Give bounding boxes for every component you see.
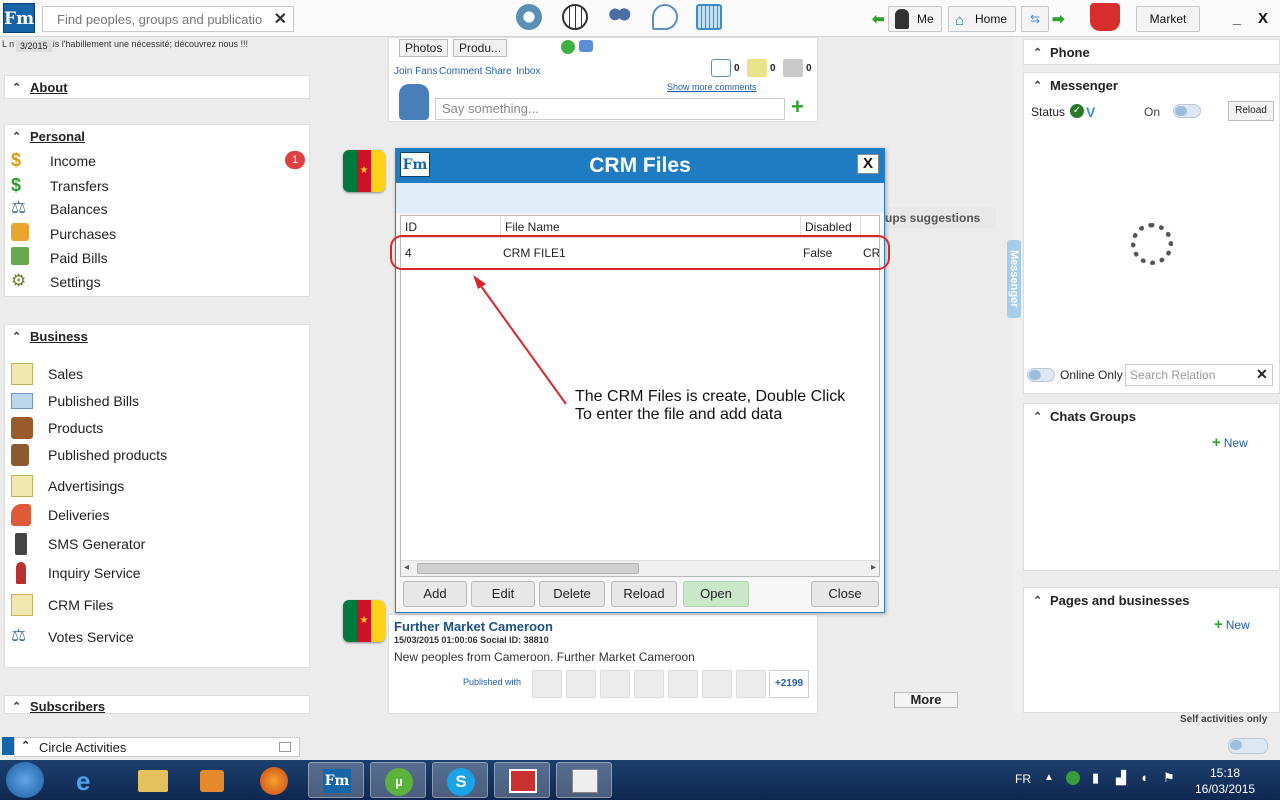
volume-icon[interactable]: ◖: [1140, 770, 1148, 785]
tray-expand-icon[interactable]: ▲: [1044, 772, 1054, 783]
circle-activities-bar: ⌃ Circle Activities: [0, 734, 1280, 760]
skype-icon[interactable]: S: [432, 762, 488, 798]
notepad-icon[interactable]: [556, 762, 612, 798]
action-center-flag-icon[interactable]: ⚑: [1163, 770, 1175, 786]
clock-time[interactable]: 15:18: [1210, 766, 1240, 780]
language-indicator[interactable]: FR: [1015, 772, 1031, 786]
internet-explorer-icon[interactable]: e: [62, 762, 118, 798]
media-player-icon[interactable]: [184, 762, 240, 798]
firefox-icon[interactable]: [246, 762, 302, 798]
self-activities-toggle[interactable]: [1228, 738, 1268, 754]
utorrent-icon[interactable]: µ: [370, 762, 426, 798]
restore-icon[interactable]: [279, 742, 291, 752]
collapse-icon[interactable]: ⌃: [21, 739, 30, 752]
app-logo-small: [2, 737, 14, 755]
circle-activities-header[interactable]: ⌃ Circle Activities: [14, 737, 300, 757]
signal-icon[interactable]: ▟: [1116, 770, 1126, 786]
windows-taskbar: e Fm µ S FR ▲ ▮ ▟ ◖ ⚑ 15:18 16/03/2015: [0, 760, 1280, 800]
annotation-text: The CRM Files is create, Double Click To…: [575, 388, 846, 423]
network-status-icon[interactable]: [1066, 771, 1080, 785]
circle-activities-label: Circle Activities: [39, 740, 127, 755]
file-explorer-icon[interactable]: [124, 762, 180, 798]
clock-date[interactable]: 16/03/2015: [1195, 782, 1255, 796]
screen-recorder-icon[interactable]: [494, 762, 550, 798]
further-market-app-icon[interactable]: Fm: [308, 762, 364, 798]
battery-icon[interactable]: ▮: [1092, 770, 1099, 786]
start-button[interactable]: [6, 762, 44, 798]
